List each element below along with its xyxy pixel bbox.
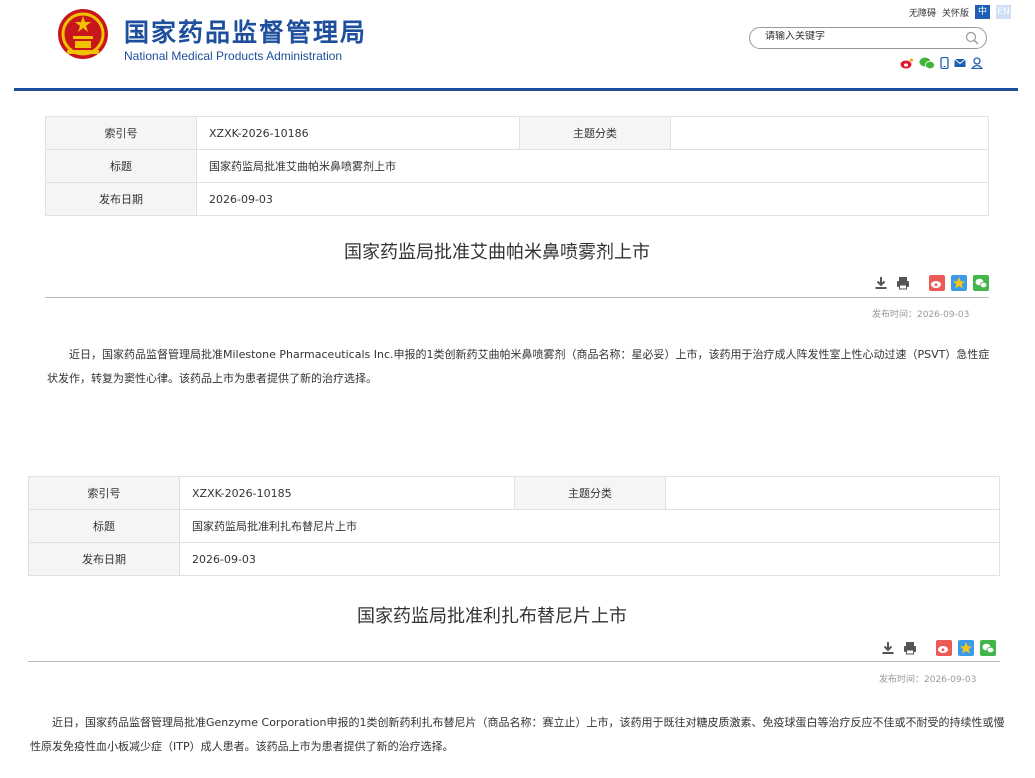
lang-zh-button[interactable]: 中 [975, 5, 990, 19]
lang-en-button[interactable]: EN [996, 5, 1011, 19]
wechat-icon[interactable] [919, 57, 935, 69]
share-wechat-icon[interactable] [980, 640, 996, 656]
weibo-icon[interactable] [900, 57, 914, 69]
category-label: 主题分类 [519, 116, 671, 150]
top-links: 无障碍 关怀版 中 EN [909, 5, 1011, 19]
date-label: 发布日期 [45, 182, 197, 216]
download-icon[interactable] [873, 275, 889, 291]
care-mode-link[interactable]: 关怀版 [942, 6, 969, 19]
share-weibo-icon[interactable] [929, 275, 945, 291]
title-label: 标题 [28, 509, 180, 543]
category-value [670, 116, 989, 150]
print-icon[interactable] [895, 275, 911, 291]
mobile-icon[interactable] [940, 57, 949, 69]
article-divider [45, 297, 989, 298]
publish-time: 发布时间：2026-09-03 [872, 310, 970, 320]
article-tools [880, 640, 996, 656]
title-value: 国家药监局批准利扎布替尼片上市 [179, 509, 1000, 543]
article-body: 近日，国家药品监督管理局批准Genzyme Corporation申报的1类创新… [30, 716, 1005, 753]
search-input[interactable] [765, 31, 955, 42]
download-icon[interactable] [880, 640, 896, 656]
article-meta-table: 索引号 XZXK-2026-10186 主题分类 标题 国家药监局批准艾曲帕米鼻… [45, 116, 989, 216]
user-icon[interactable] [971, 57, 983, 69]
search-icon[interactable] [965, 31, 979, 45]
title-value: 国家药监局批准艾曲帕米鼻喷雾剂上市 [196, 149, 989, 183]
date-value: 2026-09-03 [179, 542, 1000, 576]
site-header: 国家药品监督管理局 National Medical Products Admi… [0, 0, 1035, 92]
index-value: XZXK-2026-10186 [196, 116, 520, 150]
search-box [749, 27, 987, 49]
share-wechat-icon[interactable] [973, 275, 989, 291]
print-icon[interactable] [902, 640, 918, 656]
site-logo-title[interactable]: 国家药品监督管理局 [124, 13, 367, 49]
article-tools [873, 275, 989, 291]
share-weibo-icon[interactable] [936, 640, 952, 656]
article-body: 近日，国家药品监督管理局批准Milestone Pharmaceuticals … [47, 348, 990, 385]
category-label: 主题分类 [514, 476, 666, 510]
date-value: 2026-09-03 [196, 182, 989, 216]
index-label: 索引号 [45, 116, 197, 150]
site-logo-subtitle: National Medical Products Administration [124, 49, 343, 63]
category-value [665, 476, 1000, 510]
article-meta-table: 索引号 XZXK-2026-10185 主题分类 标题 国家药监局批准利扎布替尼… [28, 476, 1000, 576]
article-title: 国家药监局批准艾曲帕米鼻喷雾剂上市 [344, 242, 650, 263]
mail-icon[interactable] [954, 58, 966, 68]
article-title: 国家药监局批准利扎布替尼片上市 [357, 606, 627, 627]
publish-time: 发布时间：2026-09-03 [879, 675, 977, 685]
title-label: 标题 [45, 149, 197, 183]
social-links [900, 57, 983, 69]
article-divider [28, 661, 1000, 662]
share-qzone-icon[interactable] [958, 640, 974, 656]
accessibility-link[interactable]: 无障碍 [909, 6, 936, 19]
header-divider [14, 88, 1018, 91]
national-emblem-icon [58, 9, 108, 59]
index-value: XZXK-2026-10185 [179, 476, 515, 510]
share-qzone-icon[interactable] [951, 275, 967, 291]
index-label: 索引号 [28, 476, 180, 510]
date-label: 发布日期 [28, 542, 180, 576]
